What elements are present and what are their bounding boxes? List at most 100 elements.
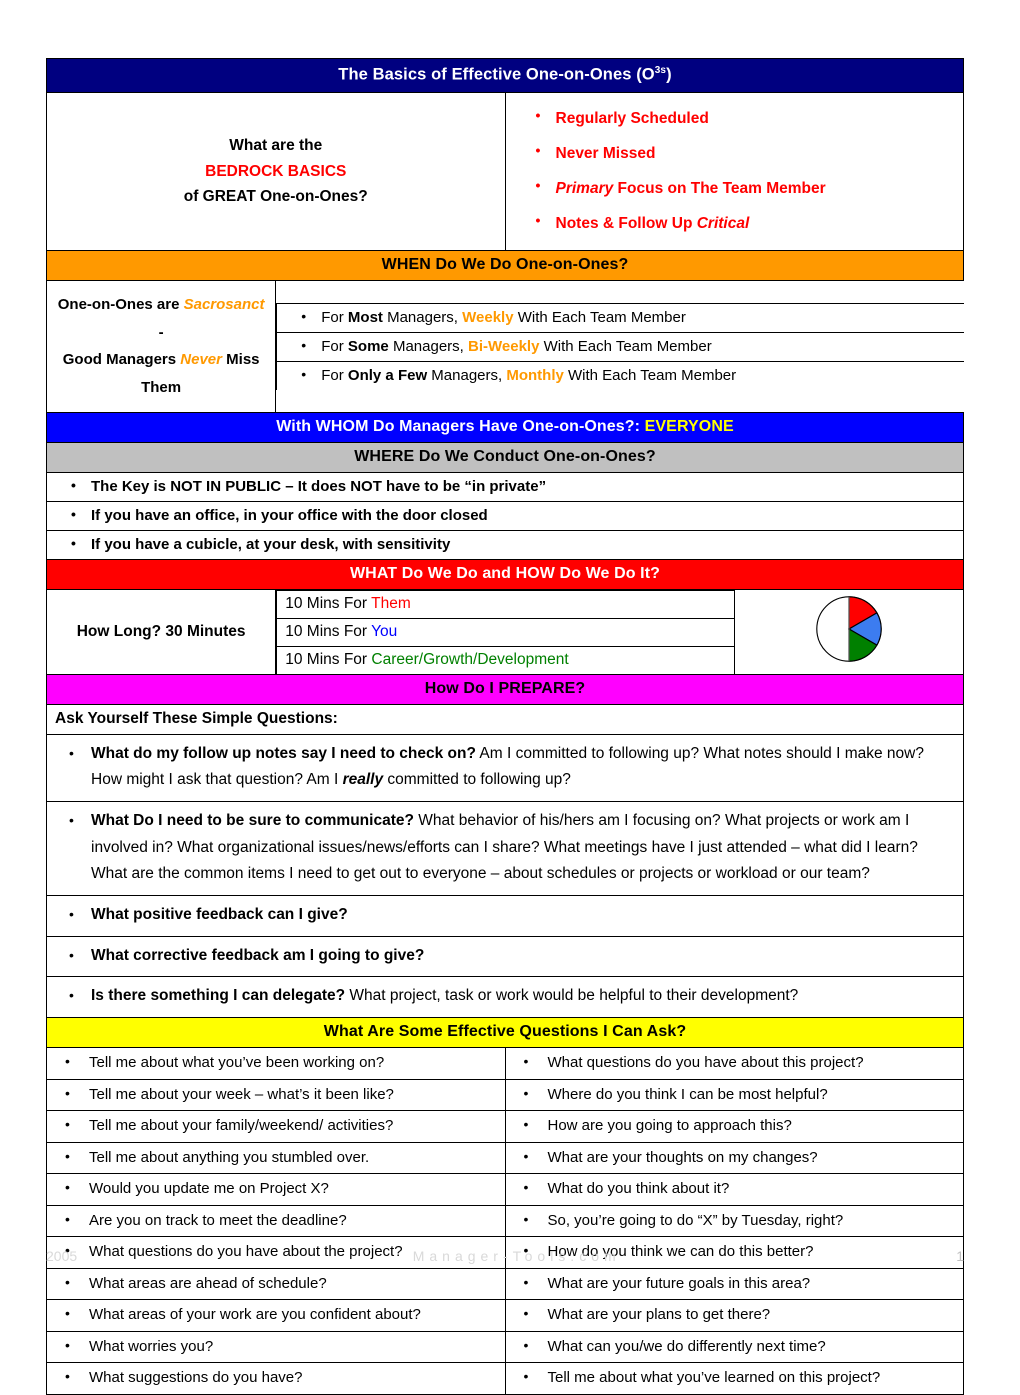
- when-freq-bullets-2: For Some Managers, Bi-Weekly With Each T…: [277, 337, 959, 355]
- what-section-header: WHAT Do We Do and HOW Do We Do It?: [46, 558, 964, 590]
- when-freq-3-highlight: Monthly: [506, 366, 564, 384]
- when-freq-1-post: With Each Team Member: [513, 308, 686, 326]
- question-item: What can you/we do differently next time…: [506, 1336, 962, 1357]
- question-row-9: What worries you? What can you/we do dif…: [46, 1330, 964, 1364]
- q-right-bullets-5: So, you’re going to do “X” by Tuesday, r…: [506, 1210, 962, 1231]
- when-freq-1-mid: Managers,: [382, 308, 463, 326]
- bedrock-bullet-1-text: Regularly Scheduled: [555, 109, 709, 127]
- q-left-bullets-3: Tell me about anything you stumbled over…: [47, 1147, 503, 1168]
- q-left-bullets-10: What suggestions do you have?: [47, 1367, 503, 1388]
- question-cell-left-4: Would you update me on Project X?: [46, 1173, 506, 1206]
- bedrock-row: What are the BEDROCK BASICS of GREAT One…: [46, 91, 964, 251]
- time-split-row-2: 10 Mins For You: [276, 618, 734, 647]
- question-row-10: What suggestions do you have? Tell me ab…: [46, 1362, 964, 1395]
- bedrock-bullet-4-italic: Critical: [696, 215, 750, 233]
- question-item: Are you on track to meet the deadline?: [47, 1210, 503, 1231]
- bedrock-bullet-3: Primary Focus on The Team Member: [512, 170, 958, 206]
- q-right-bullets-10: Tell me about what you’ve learned on thi…: [506, 1367, 962, 1388]
- question-cell-right-3: What are your thoughts on my changes?: [504, 1141, 964, 1175]
- sacrosanct-line-2: Good Managers Never Miss Them: [55, 346, 267, 402]
- what-header-row: WHAT Do We Do and HOW Do We Do It?: [46, 558, 964, 590]
- where-section-header: WHERE Do We Conduct One-on-Ones?: [46, 441, 964, 473]
- sacrosanct-line-2a: Good Managers: [62, 351, 181, 369]
- bedrock-bullet-4: Notes & Follow Up Critical: [512, 205, 958, 241]
- when-freq-1-pre: For: [321, 308, 348, 326]
- q-left-bullets-1: Tell me about your week – what’s it been…: [47, 1084, 503, 1105]
- q-right-bullets-8: What are your plans to get there?: [506, 1304, 962, 1325]
- where-item-cell-1: The Key is NOT IN PUBLIC – It does NOT h…: [46, 471, 964, 502]
- when-freq-cell-3: For Only a Few Managers, Monthly With Ea…: [276, 361, 964, 390]
- prepare-1-rest-b: committed to following up?: [383, 771, 571, 789]
- where-item-cell-2: If you have an office, in your office wi…: [46, 500, 964, 531]
- prepare-item-4: What corrective feedback am I going to g…: [47, 943, 955, 970]
- q-left-bullets-5: Are you on track to meet the deadline?: [47, 1210, 503, 1231]
- when-freq-row-3: For Only a Few Managers, Monthly With Ea…: [276, 361, 964, 390]
- prepare-row-4: What corrective feedback am I going to g…: [46, 935, 964, 978]
- prepare-section-header: How Do I PREPARE?: [46, 673, 964, 705]
- when-freq-cell-2: For Some Managers, Bi-Weekly With Each T…: [276, 332, 964, 362]
- bedrock-bullet-2: Never Missed: [512, 135, 958, 171]
- sacrosanct-line-1: One-on-Ones are Sacrosanct -: [55, 291, 267, 347]
- when-freq-item-2: For Some Managers, Bi-Weekly With Each T…: [277, 337, 959, 355]
- question-item: What suggestions do you have?: [47, 1367, 503, 1388]
- time-split-cell: 10 Mins For Them 10 Mins For You 10 Mins…: [276, 589, 735, 674]
- question-cell-right-0: What questions do you have about this pr…: [504, 1047, 964, 1080]
- question-cell-left-5: Are you on track to meet the deadline?: [46, 1204, 506, 1238]
- sacrosanct-word-sacrosanct: Sacrosanct: [183, 295, 265, 313]
- when-freq-3-mid: Managers,: [427, 366, 507, 384]
- q-right-bullets-1: Where do you think I can be most helpful…: [506, 1084, 962, 1105]
- question-cell-left-0: Tell me about what you’ve been working o…: [46, 1047, 506, 1080]
- prepare-item-2: What Do I need to be sure to communicate…: [47, 808, 955, 888]
- one-on-ones-reference-table: The Basics of Effective One-on-Ones (O3s…: [45, 58, 965, 1395]
- prepare-row-5: Is there something I can delegate? What …: [46, 976, 964, 1019]
- q-left-bullets-2: Tell me about your family/weekend/ activ…: [47, 1115, 503, 1136]
- whom-text: With WHOM Do Managers Have One-on-Ones?:: [276, 417, 645, 435]
- when-body-row: One-on-Ones are Sacrosanct - Good Manage…: [45, 279, 964, 413]
- prepare-5-bold: Is there something I can delegate?: [91, 987, 346, 1005]
- when-freq-item-3: For Only a Few Managers, Monthly With Ea…: [277, 366, 959, 384]
- question-row-5: Are you on track to meet the deadline? S…: [46, 1204, 964, 1238]
- where-header-row: WHERE Do We Conduct One-on-Ones?: [46, 441, 964, 473]
- q-right-bullets-2: How are you going to approach this?: [506, 1115, 962, 1136]
- bedrock-bullet-3-text: Focus on The Team Member: [613, 180, 826, 198]
- question-item: Tell me about what you’ve been working o…: [47, 1052, 503, 1073]
- where-item-1: The Key is NOT IN PUBLIC – It does NOT h…: [47, 477, 959, 495]
- question-row-7: What areas are ahead of schedule? What a…: [46, 1267, 964, 1301]
- title-text: The Basics of Effective One-on-Ones (O: [338, 65, 655, 84]
- prepare-bullets-1: What do my follow up notes say I need to…: [47, 741, 955, 794]
- question-cell-left-10: What suggestions do you have?: [46, 1362, 506, 1395]
- whom-row: With WHOM Do Managers Have One-on-Ones?:…: [46, 411, 964, 443]
- prepare-3-bold: What positive feedback can I give?: [91, 906, 348, 924]
- where-row-1: The Key is NOT IN PUBLIC – It does NOT h…: [46, 471, 964, 502]
- question-cell-right-4: What do you think about it?: [504, 1173, 964, 1206]
- when-freq-item-1: For Most Managers, Weekly With Each Team…: [277, 308, 959, 326]
- when-freq-bullets-3: For Only a Few Managers, Monthly With Ea…: [277, 366, 959, 384]
- prepare-bullets-5: Is there something I can delegate? What …: [47, 983, 955, 1010]
- prepare-5-rest-a: What project, task or work would be help…: [345, 987, 799, 1005]
- question-cell-left-9: What worries you?: [46, 1330, 506, 1364]
- question-row-8: What areas of your work are you confiden…: [46, 1299, 964, 1332]
- where-item-cell-3: If you have a cubicle, at your desk, wit…: [46, 529, 964, 560]
- q-left-bullets-0: Tell me about what you’ve been working o…: [47, 1052, 503, 1073]
- question-item: Where do you think I can be most helpful…: [506, 1084, 962, 1105]
- question-item: What questions do you have about this pr…: [506, 1052, 962, 1073]
- prepare-1-bold-italic: really: [342, 771, 384, 789]
- prepare-1-bold: What do my follow up notes say I need to…: [91, 744, 476, 762]
- when-freq-3-pre: For: [321, 366, 348, 384]
- prepare-row-1: What do my follow up notes say I need to…: [46, 733, 964, 803]
- bedrock-line-3: of GREAT One-on-Ones?: [183, 187, 368, 205]
- sacrosanct-word-never: Never: [180, 351, 222, 369]
- when-freq-2-pre: For: [321, 337, 348, 355]
- question-cell-right-5: So, you’re going to do “X” by Tuesday, r…: [504, 1204, 964, 1238]
- when-freq-3-post: With Each Team Member: [563, 366, 737, 384]
- question-row-4: Would you update me on Project X? What d…: [46, 1173, 964, 1206]
- when-freq-cell-1: For Most Managers, Weekly With Each Team…: [276, 302, 964, 333]
- ask-yourself-label: Ask Yourself These Simple Questions:: [46, 703, 964, 735]
- question-row-1: Tell me about your week – what’s it been…: [46, 1078, 964, 1112]
- question-cell-right-2: How are you going to approach this?: [504, 1110, 964, 1143]
- prepare-bullets-2: What Do I need to be sure to communicate…: [47, 808, 955, 888]
- footer-site: Manager-Tools.com: [412, 1248, 621, 1264]
- when-freq-row-1: For Most Managers, Weekly With Each Team…: [276, 302, 964, 333]
- mins-1-pre: 10 Mins For: [285, 594, 372, 612]
- ask-row: Ask Yourself These Simple Questions:: [46, 703, 964, 735]
